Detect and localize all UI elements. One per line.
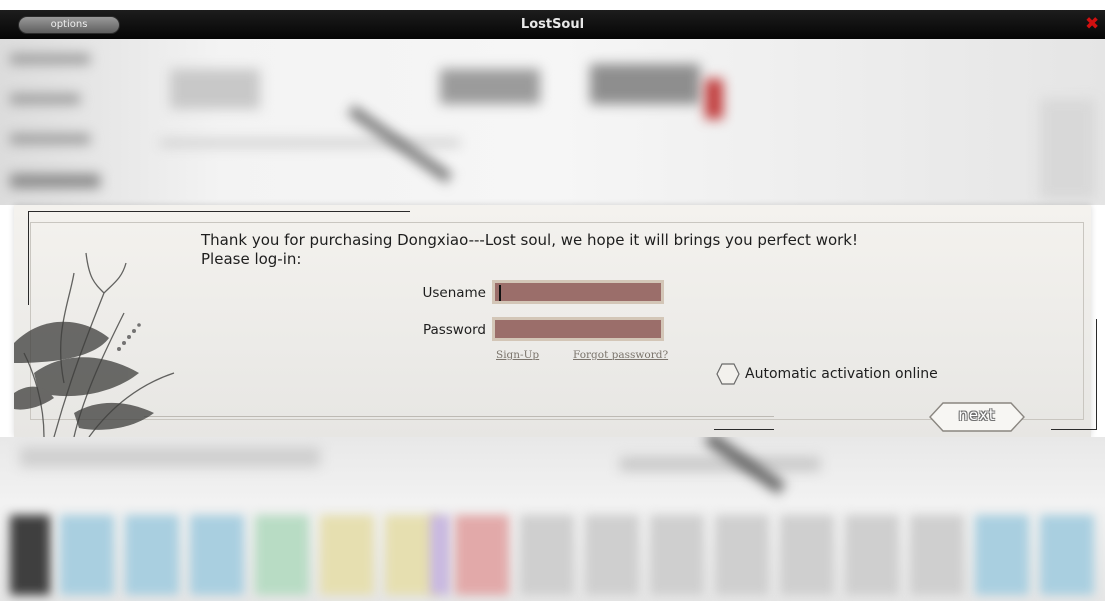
password-label: Password bbox=[422, 322, 486, 338]
frame-corner-line bbox=[714, 429, 774, 430]
password-input[interactable] bbox=[492, 317, 664, 341]
username-label: Usename bbox=[422, 285, 486, 301]
forgot-password-link[interactable]: Forgot password? bbox=[573, 349, 668, 361]
divider bbox=[144, 416, 774, 417]
close-icon[interactable]: ✖ bbox=[1085, 13, 1101, 35]
text-cursor bbox=[499, 285, 501, 301]
next-button-label: next bbox=[958, 406, 996, 424]
title-bar: options LostSoul ✖ bbox=[0, 10, 1105, 39]
auto-activation-label: Automatic activation online bbox=[745, 366, 938, 382]
frame-corner-line bbox=[1051, 429, 1097, 430]
window-title: LostSoul bbox=[520, 17, 585, 32]
frame-corner-line bbox=[28, 211, 410, 212]
blurred-background-top bbox=[0, 39, 1105, 205]
login-prompt: Please log-in: bbox=[201, 250, 302, 268]
options-button[interactable]: options bbox=[18, 16, 120, 34]
username-input[interactable] bbox=[492, 280, 664, 304]
blurred-background-bottom bbox=[0, 437, 1105, 601]
login-dialog: Thank you for purchasing Dongxiao---Lost… bbox=[14, 205, 1097, 437]
hexagon-checkbox-icon[interactable] bbox=[716, 363, 740, 385]
dialog-message: Thank you for purchasing Dongxiao---Lost… bbox=[201, 231, 858, 269]
ink-lotus-painting bbox=[14, 252, 175, 437]
thank-you-text: Thank you for purchasing Dongxiao---Lost… bbox=[201, 231, 859, 249]
frame-corner-line bbox=[1096, 319, 1097, 430]
signup-link[interactable]: Sign-Up bbox=[496, 349, 539, 361]
next-button[interactable]: next bbox=[929, 402, 1025, 432]
